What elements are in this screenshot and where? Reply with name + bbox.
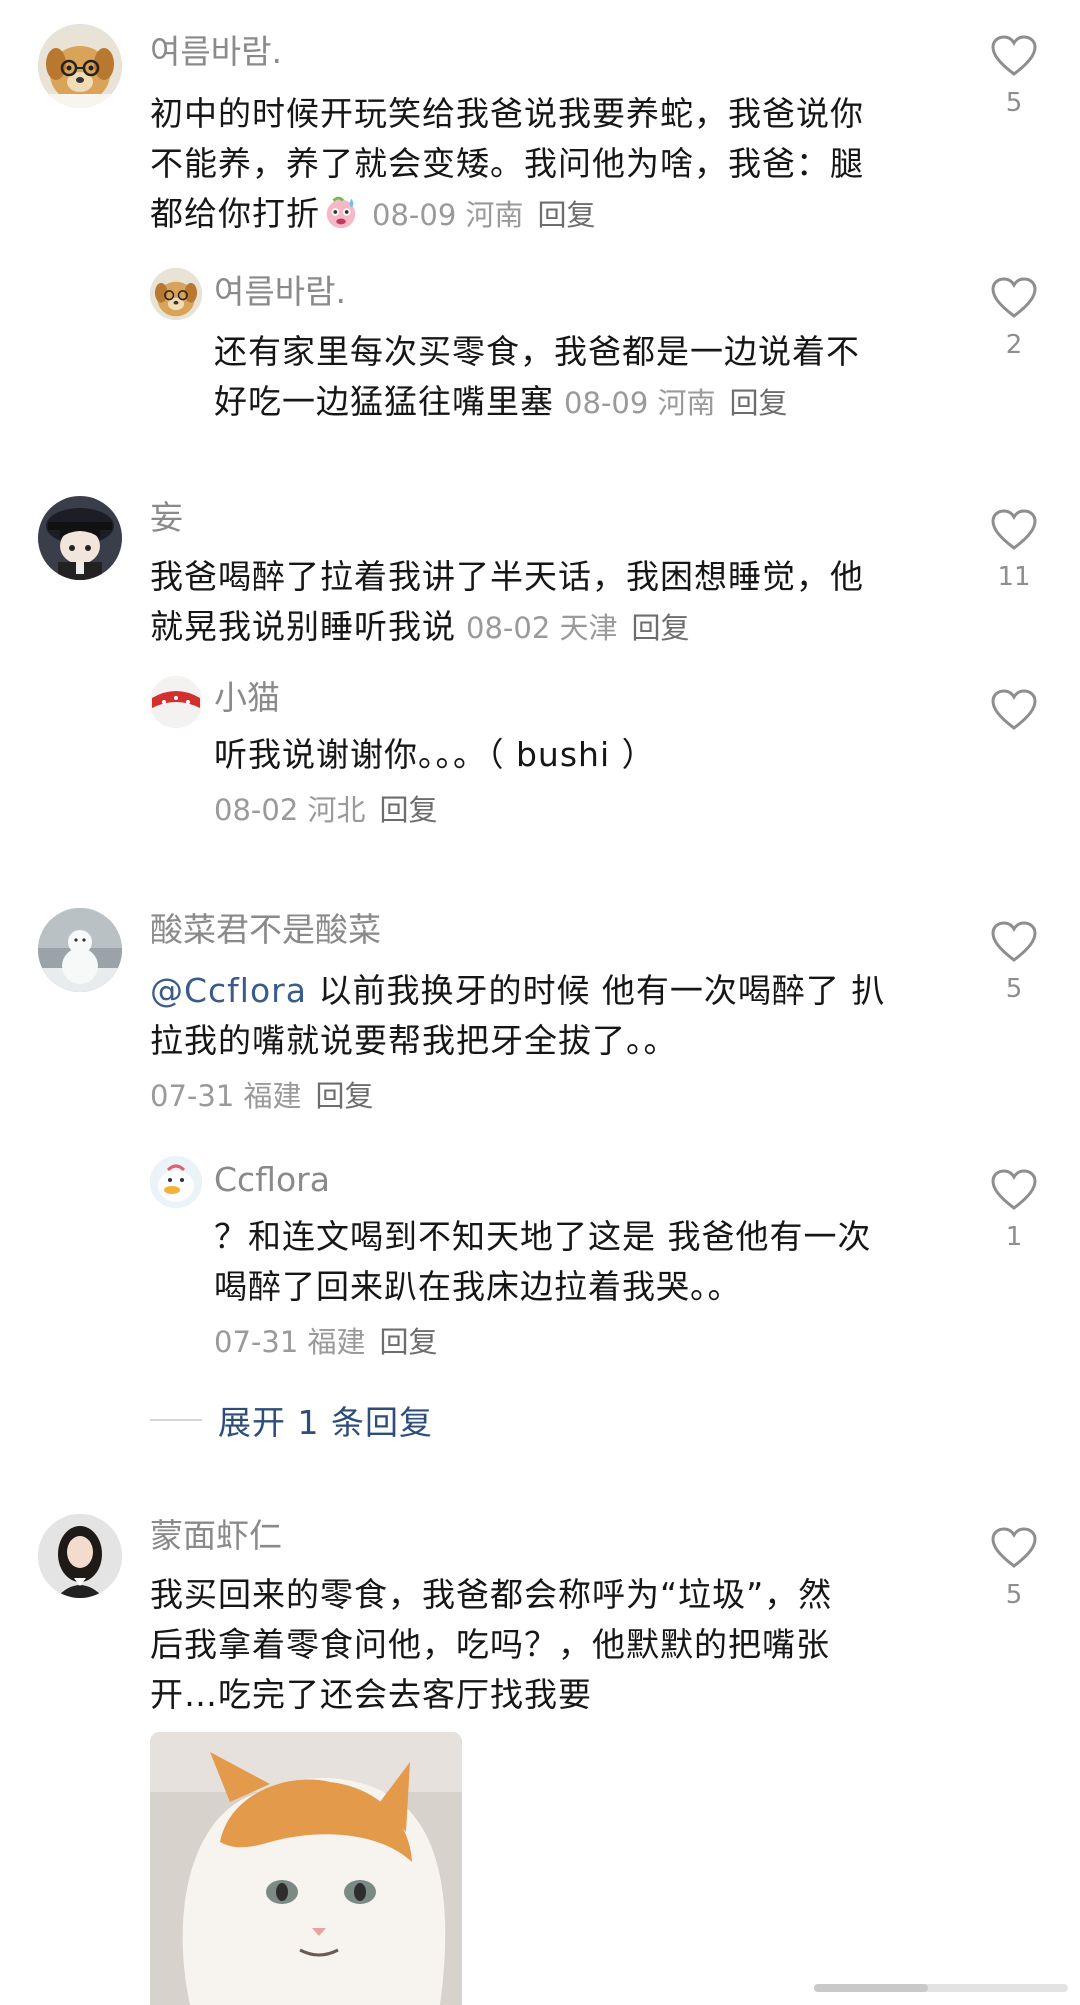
reply-button[interactable]: 回复 [632,611,690,645]
heart-icon [991,921,1037,962]
heart-icon [991,689,1037,730]
like-button[interactable] [982,688,1046,742]
like-count: 5 [1005,1580,1023,1610]
expand-replies-label: 展开 1 条回复 [218,1403,433,1442]
reply-username[interactable]: 小猫 [214,678,280,718]
reply-meta: 08-09 河南 回复 [564,386,788,420]
scroll-indicator-thumb [814,1984,929,1992]
comment-text-line: 后我拿着零食问他，吃吗？，他默默的把嘴张 [150,1625,830,1664]
like-button[interactable]: 1 [982,1168,1046,1252]
comment-text-line: 开…吃完了还会去客厅找我要 [150,1675,592,1714]
like-count: 11 [997,562,1031,592]
reply-meta: 07-31 福建 回复 [214,1322,438,1362]
comment-text: 我买回来的零食，我爸都会称呼为“垃圾”，然 后我拿着零食问他，吃吗？，他默默的把… [150,1570,832,1720]
comment-text-line: 就晃我说别睡听我说 08-02 天津 回复 [150,602,864,653]
comment-text-line: 拉我的嘴就说要帮我把牙全拔了。。 [150,1021,678,1060]
reply-text-line: 好吃一边猛猛往嘴里塞 08-09 河南 回复 [214,377,860,428]
like-count: 5 [1005,88,1023,118]
dog-with-glasses-avatar[interactable] [150,268,202,320]
reply-text-line: ？和连文喝到不知天地了这是 我爸他有一次 [214,1217,872,1256]
reply-meta: 08-02 河北 回复 [214,790,438,830]
comment-text: 我爸喝醉了拉着我讲了半天话，我困想睡觉，他 就晃我说别睡听我说 08-02 天津回… [150,552,864,653]
reply-date: 07-31 [214,1325,299,1359]
comment-location: 河南 [465,198,524,232]
cartoon-duck-avatar[interactable] [150,1156,202,1208]
comment-text-line: 我爸喝醉了拉着我讲了半天话，我困想睡觉，他 [150,557,864,596]
reply-button[interactable]: 回复 [538,198,596,232]
reply-text: 听我说谢谢你。。。（ bushi ） [214,730,656,780]
sweating-face-emoji-icon [326,196,356,229]
like-button[interactable]: 5 [982,920,1046,1004]
reply-button[interactable]: 回复 [380,793,438,827]
heart-icon [991,277,1037,318]
like-button[interactable]: 5 [982,1526,1046,1610]
comment-text-line: @Ccflora 以前我换牙的时候 他有一次喝醉了 扒 [150,966,885,1016]
anime-character-avatar[interactable] [38,496,122,580]
comment-list: 여름바람. 初中的时候开玩笑给我爸说我要养蛇，我爸说你 不能养，养了就会变矮。我… [0,0,1080,2005]
reply-location: 河南 [657,386,716,420]
reply-text-segment: 好吃一边猛猛往嘴里塞 [214,382,554,421]
reply-text-line: 喝醉了回来趴在我床边拉着我哭。。 [214,1267,742,1306]
comment-location: 天津 [559,611,618,645]
heart-icon [991,1169,1037,1210]
comment-text-segment: 就晃我说别睡听我说 [150,607,456,646]
comment-username[interactable]: 蒙面虾仁 [150,1516,282,1556]
dog-with-glasses-avatar[interactable] [38,24,122,108]
comment-meta: 07-31 福建 回复 [150,1076,374,1116]
comment-text-line: 都给你打折 08-09 河南 回复 [150,189,864,240]
comment-text: 初中的时候开玩笑给我爸说我要养蛇，我爸说你 不能养，养了就会变矮。我问他为啥，我… [150,89,864,240]
like-count: 1 [1005,1222,1023,1252]
heart-icon [991,35,1037,76]
like-button[interactable]: 5 [982,34,1046,118]
comment-username[interactable]: 妄 [150,498,183,538]
comment-meta: 08-09 河南 回复 [372,198,596,232]
like-button[interactable]: 11 [982,508,1046,592]
comment-location: 福建 [243,1079,302,1113]
snowman-avatar[interactable] [38,908,122,992]
reply-text-line: 听我说谢谢你。。。（ bushi ） [214,735,656,774]
comment-username[interactable]: 酸菜君不是酸菜 [150,910,381,950]
comment-date: 07-31 [150,1079,235,1113]
comment-date: 08-09 [372,198,457,232]
girl-photo-avatar[interactable] [38,1514,122,1598]
reply-location: 河北 [307,793,366,827]
reply-button[interactable]: 回复 [730,386,788,420]
expand-replies-button[interactable]: 展开 1 条回复 [150,1398,433,1442]
red-white-pattern-avatar[interactable] [150,676,202,728]
reply-date: 08-09 [564,386,649,420]
comment-text-line: 不能养，养了就会变矮。我问他为啥，我爸：腿 [150,144,864,183]
reply-location: 福建 [307,1325,366,1359]
divider-line [150,1419,202,1421]
like-count: 2 [1005,330,1023,360]
comment-username[interactable]: 여름바람. [150,32,282,72]
like-button[interactable]: 2 [982,276,1046,360]
comment-text-line: 初中的时候开玩笑给我爸说我要养蛇，我爸说你 [150,94,864,133]
reply-button[interactable]: 回复 [380,1325,438,1359]
reply-date: 08-02 [214,793,299,827]
heart-icon [991,1527,1037,1568]
reply-username[interactable]: 여름바람. [214,272,346,312]
like-count: 5 [1005,974,1023,1004]
comment-date: 08-02 [466,611,551,645]
reply-text: 还有家里每次买零食，我爸都是一边说着不 好吃一边猛猛往嘴里塞 08-09 河南 回复 [214,327,860,428]
reply-text: ？和连文喝到不知天地了这是 我爸他有一次 喝醉了回来趴在我床边拉着我哭。。 [214,1212,872,1312]
mention-link[interactable]: @Ccflora [150,971,307,1010]
reply-button[interactable]: 回复 [316,1079,374,1113]
scroll-indicator [814,1984,1068,1992]
comment-text-segment: 都给你打折 [150,194,320,233]
orange-white-cat-photo[interactable] [150,1732,462,2005]
comment-meta: 08-02 天津 回复 [466,611,690,645]
comment-text-line: 我买回来的零食，我爸都会称呼为“垃圾”，然 [150,1575,833,1614]
comment-text: @Ccflora 以前我换牙的时候 他有一次喝醉了 扒 拉我的嘴就说要帮我把牙全… [150,966,885,1066]
heart-icon [991,509,1037,550]
comment-text-segment: 以前我换牙的时候 他有一次喝醉了 扒 [306,971,886,1010]
reply-text-line: 还有家里每次买零食，我爸都是一边说着不 [214,332,860,371]
reply-username[interactable]: Ccflora [214,1160,330,1200]
